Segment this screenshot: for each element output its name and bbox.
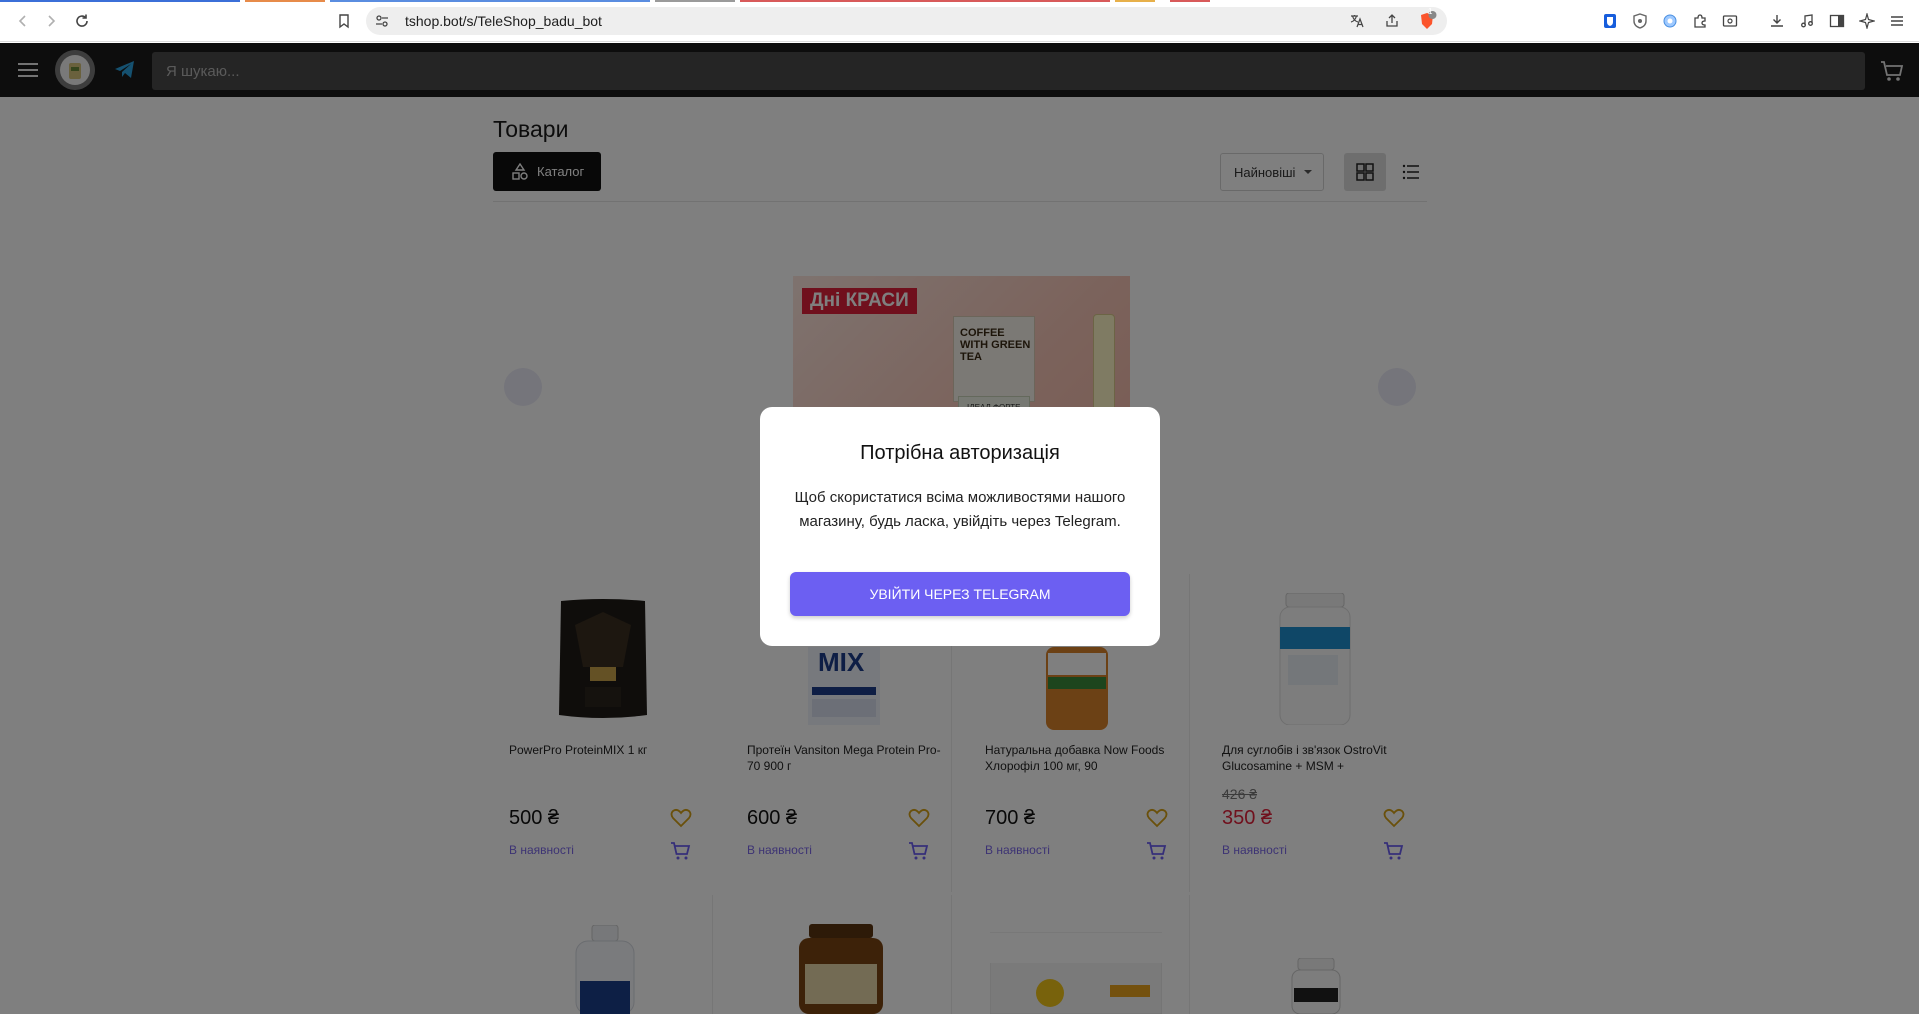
tab-strip	[0, 0, 1919, 2]
bookmark-button[interactable]	[332, 9, 356, 33]
reload-button[interactable]	[70, 9, 94, 33]
translate-button[interactable]	[1345, 9, 1369, 33]
bookmark-icon	[339, 14, 349, 29]
leo-ai-button[interactable]	[1855, 9, 1879, 33]
forward-button[interactable]	[39, 9, 63, 33]
menu-icon	[1891, 16, 1903, 26]
shield-badge: 1	[1428, 7, 1433, 16]
music-note-icon	[1801, 14, 1813, 28]
media-button[interactable]	[1795, 9, 1819, 33]
arrow-right-icon	[48, 15, 56, 27]
url-text[interactable]: tshop.bot/s/TeleShop_badu_bot	[405, 13, 602, 29]
sidebar-icon	[1829, 14, 1845, 28]
sidebar-button[interactable]	[1825, 9, 1849, 33]
circle-extension[interactable]	[1658, 9, 1682, 33]
menu-button[interactable]	[1885, 9, 1909, 33]
telegram-login-button[interactable]: УВІЙТИ ЧЕРЕЗ TELEGRAM	[790, 572, 1130, 616]
arrow-left-icon	[18, 15, 26, 27]
tab-search-button[interactable]	[1718, 9, 1742, 33]
tab-search-icon	[1722, 15, 1738, 27]
shield-extension[interactable]	[1628, 9, 1652, 33]
puzzle-icon	[1694, 14, 1706, 28]
bitwarden-icon	[1604, 14, 1616, 28]
site-settings-icon	[376, 15, 388, 27]
site-info-button[interactable]	[370, 9, 394, 33]
brave-lion-icon	[1421, 11, 1437, 29]
translate-icon	[1350, 15, 1364, 28]
extension-circle-icon	[1663, 14, 1677, 28]
browser-toolbar: tshop.bot/s/TeleShop_badu_bot 1	[0, 0, 1919, 42]
share-icon	[1386, 14, 1398, 27]
bitwarden-extension[interactable]	[1598, 9, 1622, 33]
share-button[interactable]	[1380, 9, 1404, 33]
download-icon	[1771, 15, 1783, 27]
downloads-button[interactable]	[1765, 9, 1789, 33]
back-button[interactable]	[11, 9, 35, 33]
extensions-button[interactable]	[1688, 9, 1712, 33]
modal-text: Щоб скористатися всіма можливостями нашо…	[794, 489, 1126, 530]
reload-icon	[76, 14, 88, 27]
modal-title: Потрібна авторизація	[860, 442, 1060, 464]
sparkle-icon	[1859, 13, 1875, 29]
auth-modal: Потрібна авторизація Щоб скористатися вс…	[760, 407, 1160, 646]
shield-icon	[1633, 13, 1647, 29]
brave-shields-button[interactable]: 1	[1415, 7, 1439, 33]
